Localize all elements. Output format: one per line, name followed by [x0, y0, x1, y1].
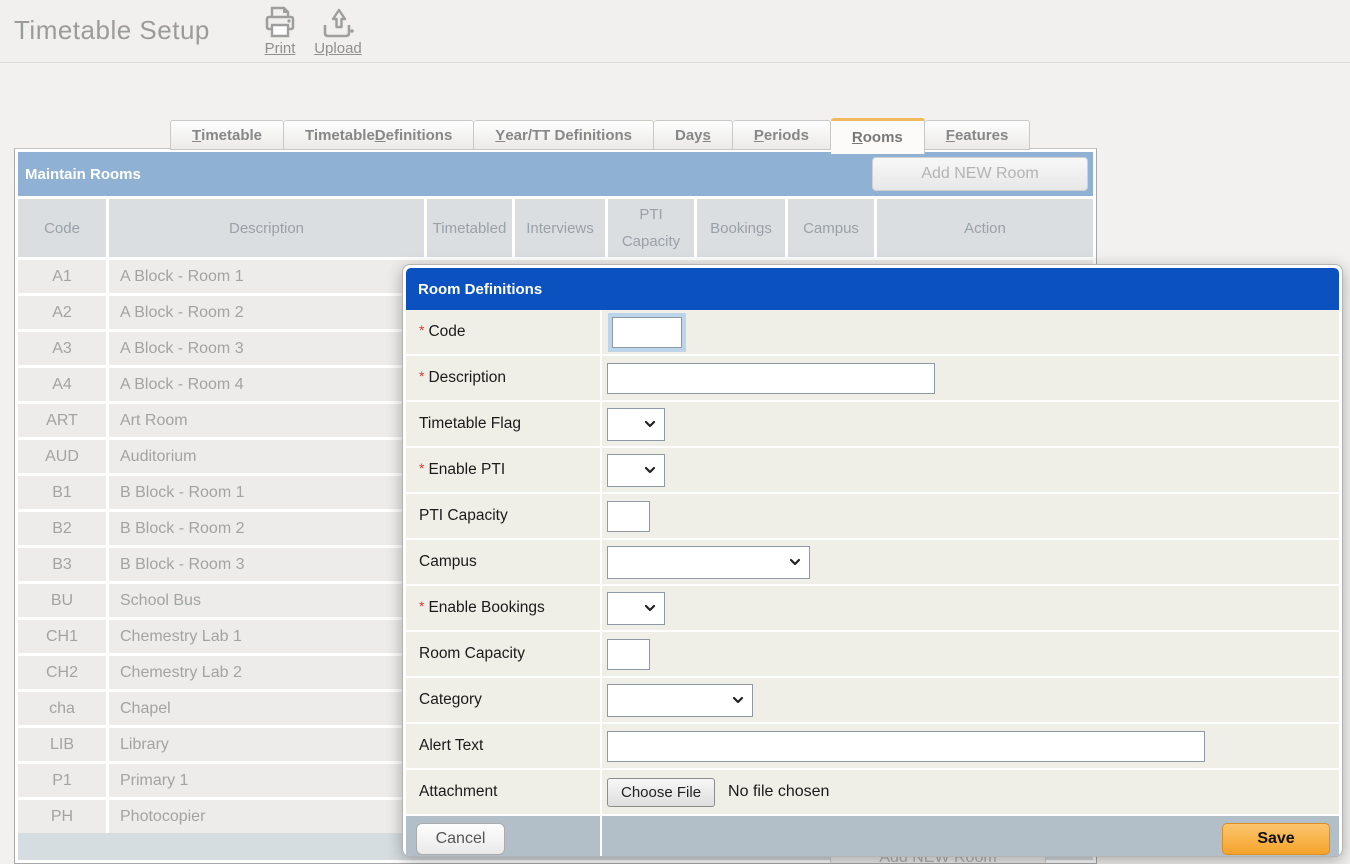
- tab-timetable-definitions[interactable]: Timetable Definitions: [284, 120, 474, 150]
- code-input[interactable]: [612, 317, 682, 348]
- room-definitions-form: *Code *Description Timetable Flag *Enabl…: [406, 310, 1339, 814]
- print-label: Print: [265, 40, 296, 57]
- upload-label: Upload: [314, 40, 362, 57]
- pti-capacity-input[interactable]: [607, 501, 650, 532]
- print-icon: [262, 5, 298, 39]
- code-label: *Code: [406, 310, 600, 354]
- chevron-down-icon: [643, 601, 657, 615]
- upload-button[interactable]: Upload: [310, 5, 366, 57]
- maintain-rooms-caption-bar: Maintain Rooms Add NEW Room: [18, 152, 1093, 196]
- modal-footer: Cancel Save: [406, 816, 1339, 857]
- alert-text-label: Alert Text: [406, 724, 600, 768]
- tab-features[interactable]: Features: [925, 120, 1031, 150]
- enable-bookings-select[interactable]: [607, 592, 665, 625]
- column-header-bookings: Bookings: [697, 199, 785, 257]
- category-select[interactable]: [607, 684, 753, 717]
- enable-bookings-label: *Enable Bookings: [406, 586, 600, 630]
- alert-text-input[interactable]: [607, 731, 1205, 762]
- tabbar: Timetable Timetable Definitions Year/TT …: [170, 118, 1030, 150]
- modal-title: Room Definitions: [418, 281, 542, 298]
- app-header: Timetable Setup Print Upload: [0, 0, 1350, 63]
- tab-year-tt-definitions[interactable]: Year/TT Definitions: [474, 120, 654, 150]
- tab-days[interactable]: Days: [654, 120, 733, 150]
- page-title: Timetable Setup: [14, 15, 210, 46]
- campus-select[interactable]: [607, 546, 810, 579]
- description-input[interactable]: [607, 363, 935, 394]
- description-label: *Description: [406, 356, 600, 400]
- column-header-campus: Campus: [788, 199, 874, 257]
- campus-label: Campus: [406, 540, 600, 584]
- category-label: Category: [406, 678, 600, 722]
- file-status-text: No file chosen: [728, 783, 829, 801]
- chevron-down-icon: [643, 463, 657, 477]
- choose-file-button[interactable]: Choose File: [607, 778, 715, 807]
- required-asterisk: *: [419, 598, 424, 614]
- table-header-row: Code Description Timetabled Interviews P…: [18, 199, 1093, 257]
- room-capacity-input[interactable]: [607, 639, 650, 670]
- tab-periods[interactable]: Periods: [733, 120, 831, 150]
- tab-rooms[interactable]: Rooms: [831, 118, 925, 154]
- enable-pti-select[interactable]: [607, 454, 665, 487]
- timetable-flag-label: Timetable Flag: [406, 402, 600, 446]
- required-asterisk: *: [419, 368, 424, 384]
- column-header-interviews: Interviews: [515, 199, 605, 257]
- attachment-label: Attachment: [406, 770, 600, 814]
- panel-caption: Maintain Rooms: [25, 166, 141, 183]
- save-button[interactable]: Save: [1222, 823, 1330, 855]
- pti-capacity-label: PTI Capacity: [406, 494, 600, 538]
- room-definitions-modal: Room Definitions *Code *Description Time…: [402, 264, 1343, 857]
- required-asterisk: *: [419, 460, 424, 476]
- column-header-pti-capacity: PTI Capacity: [608, 199, 694, 257]
- print-button[interactable]: Print: [252, 5, 308, 57]
- chevron-down-icon: [731, 693, 745, 707]
- column-header-action: Action: [877, 199, 1093, 257]
- column-header-code: Code: [18, 199, 106, 257]
- modal-header: Room Definitions: [406, 268, 1339, 310]
- timetable-flag-select[interactable]: [607, 408, 665, 441]
- add-new-room-button[interactable]: Add NEW Room: [872, 157, 1088, 191]
- column-header-timetabled: Timetabled: [427, 199, 512, 257]
- chevron-down-icon: [788, 555, 802, 569]
- enable-pti-label: *Enable PTI: [406, 448, 600, 492]
- room-capacity-label: Room Capacity: [406, 632, 600, 676]
- chevron-down-icon: [643, 417, 657, 431]
- tab-timetable[interactable]: Timetable: [170, 120, 284, 150]
- upload-icon: [319, 5, 357, 39]
- required-asterisk: *: [419, 322, 424, 338]
- cancel-button[interactable]: Cancel: [416, 823, 505, 855]
- column-header-description: Description: [109, 199, 424, 257]
